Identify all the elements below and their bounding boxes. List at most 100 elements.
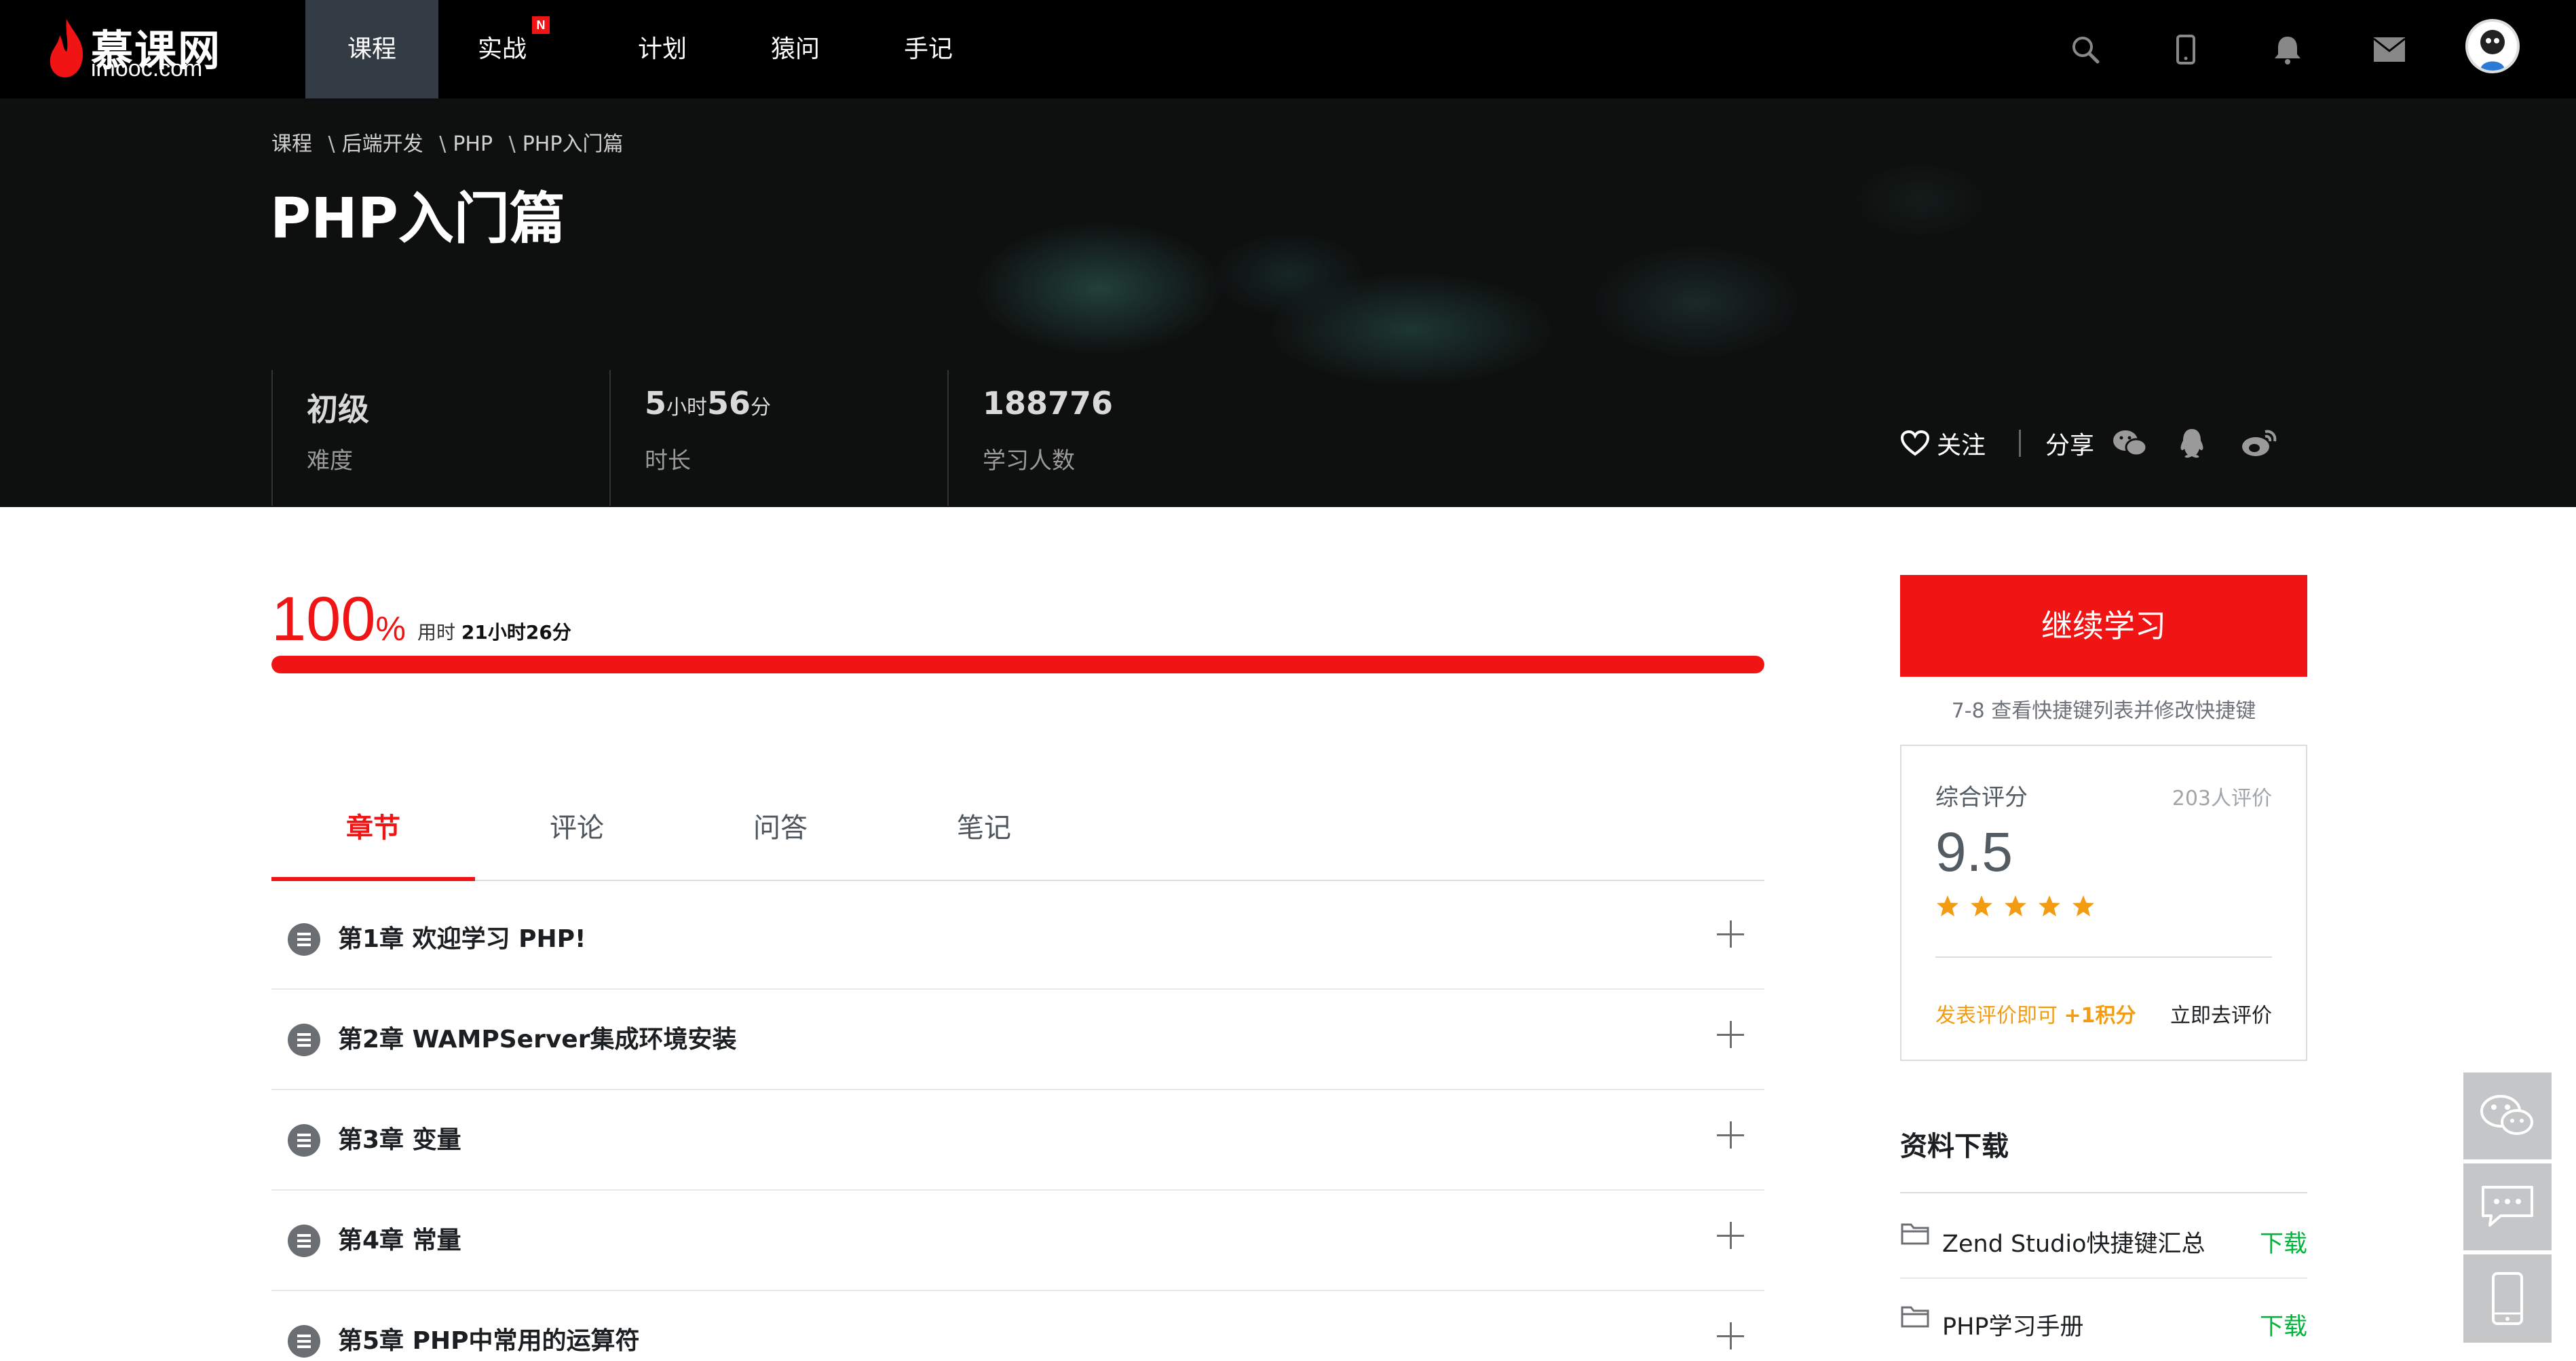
tab-chapters[interactable]: 章节: [271, 787, 475, 881]
shortcut-hint[interactable]: 7-8 查看快捷键列表并修改快捷键: [1900, 694, 2307, 724]
learners-value: 188776: [983, 385, 1114, 422]
divider: [1935, 956, 2272, 958]
divider: [1900, 1192, 2307, 1193]
expand-plus-icon[interactable]: [1717, 1121, 1744, 1149]
feedback-icon: [2482, 1186, 2533, 1227]
download-link[interactable]: 下载: [2260, 1307, 2307, 1342]
stat-learners: 188776 学习人数: [947, 370, 1287, 506]
expand-plus-icon[interactable]: [1717, 1322, 1744, 1349]
chapter-row[interactable]: 第5章 PHP中常用的运算符: [271, 1291, 1764, 1361]
chapter-row[interactable]: 第4章 常量: [271, 1191, 1764, 1291]
rating-score: 9.5: [1935, 821, 2013, 883]
earn-points-text: 发表评价即可 +1积分: [1935, 1004, 2136, 1028]
float-wechat-button[interactable]: [2463, 1073, 2552, 1159]
new-badge: N: [532, 16, 550, 34]
bell-icon[interactable]: [2265, 27, 2310, 72]
tab-comments[interactable]: 评论: [475, 787, 679, 881]
breadcrumb-item[interactable]: 课程: [271, 132, 312, 156]
chapter-list-icon: [288, 1325, 320, 1358]
download-link[interactable]: 下载: [2260, 1225, 2307, 1259]
downloads-heading: 资料下载: [1900, 1131, 2009, 1162]
mobile-icon[interactable]: [2163, 27, 2208, 72]
progress-bar-fill: [271, 656, 1764, 673]
qq-icon[interactable]: [2177, 423, 2207, 464]
weibo-icon[interactable]: [2241, 423, 2277, 464]
star-icon: [1937, 895, 1958, 916]
course-title: PHP入门篇: [270, 187, 565, 251]
chapter-title: 第2章 WAMPServer集成环境安装: [338, 1026, 737, 1054]
breadcrumb-separator: \: [328, 132, 335, 156]
logo-text-en: imooc.com: [91, 56, 203, 81]
avatar[interactable]: [2465, 19, 2520, 73]
expand-plus-icon[interactable]: [1717, 1021, 1744, 1048]
duration-value: 5小时56分: [645, 385, 772, 422]
chapter-row[interactable]: 第1章 欢迎学习 PHP!: [271, 889, 1764, 990]
chapter-row[interactable]: 第2章 WAMPServer集成环境安装: [271, 990, 1764, 1090]
share-label: 分享: [2045, 432, 2095, 460]
expand-plus-icon[interactable]: [1717, 920, 1744, 948]
rating-stars: [1935, 894, 2096, 918]
folder-icon: [1901, 1306, 1929, 1328]
nav-item-practice[interactable]: 实战: [448, 0, 556, 98]
breadcrumb-separator: \: [439, 132, 447, 156]
difficulty-value: 初级: [307, 391, 369, 428]
download-name: Zend Studio快捷键汇总: [1942, 1231, 2205, 1258]
stat-difficulty: 初级 难度: [271, 370, 609, 506]
chapter-title: 第3章 变量: [338, 1126, 461, 1154]
imooc-logo[interactable]: 慕课网 imooc.com: [46, 14, 250, 81]
stat-duration: 5小时56分 时长: [609, 370, 947, 506]
course-tabs: 章节 评论 问答 笔记: [271, 787, 1764, 881]
wechat-icon[interactable]: [2112, 423, 2148, 464]
tab-qa[interactable]: 问答: [679, 787, 882, 881]
tab-notes[interactable]: 笔记: [882, 787, 1086, 881]
star-icon: [2039, 895, 2060, 916]
time-used: 用时 21小时26分: [417, 621, 571, 644]
star-icon: [2005, 895, 2026, 916]
chapter-title: 第1章 欢迎学习 PHP!: [338, 925, 586, 953]
progress-percent: 100%: [271, 584, 406, 654]
chapter-list-icon: [288, 1225, 320, 1257]
mobile-app-icon: [2492, 1272, 2523, 1325]
float-feedback-button[interactable]: [2463, 1163, 2552, 1250]
breadcrumb-item-current: PHP入门篇: [522, 132, 624, 156]
chapter-row[interactable]: 第3章 变量: [271, 1090, 1764, 1191]
difficulty-label: 难度: [307, 447, 353, 474]
follow-button[interactable]: 关注: [1900, 423, 1986, 464]
progress-bar: [271, 656, 1764, 673]
learners-label: 学习人数: [983, 447, 1075, 474]
wechat-icon: [2480, 1095, 2533, 1135]
continue-learning-button[interactable]: 继续学习: [1900, 575, 2307, 677]
float-mobile-app-button[interactable]: [2463, 1254, 2552, 1343]
star-icon: [2072, 895, 2094, 916]
breadcrumb: 课程 \ 后端开发 \ PHP \ PHP入门篇: [271, 127, 632, 157]
chapter-title: 第4章 常量: [338, 1227, 461, 1254]
flame-logo-icon: [50, 19, 83, 77]
rating-count: 203人评价: [2172, 787, 2272, 810]
nav-item-plan[interactable]: 计划: [608, 0, 717, 98]
chapter-title: 第5章 PHP中常用的运算符: [338, 1327, 640, 1355]
rating-heading: 综合评分: [1935, 784, 2028, 811]
mail-icon[interactable]: [2367, 27, 2412, 72]
top-navigation-bar: 慕课网 imooc.com 课程 实战 N 计划 猿问 手记: [0, 0, 2576, 98]
breadcrumb-item[interactable]: PHP: [453, 132, 493, 156]
breadcrumb-separator: \: [508, 132, 516, 156]
chapter-list-icon: [288, 1124, 320, 1157]
expand-plus-icon[interactable]: [1717, 1222, 1744, 1249]
duration-label: 时长: [645, 447, 691, 474]
course-hero-banner: 课程 \ 后端开发 \ PHP \ PHP入门篇 PHP入门篇 初级 难度 5小时56…: [0, 98, 2576, 507]
breadcrumb-item[interactable]: 后端开发: [342, 132, 423, 156]
download-item: Zend Studio快捷键汇总 下载: [1900, 1196, 2307, 1278]
heart-icon: [1900, 430, 1930, 456]
rating-card: 综合评分 203人评价 9.5 发表评价即可 +1积分 立即去评价: [1900, 745, 2307, 1061]
nav-item-courses[interactable]: 课程: [305, 0, 438, 98]
chapter-list-icon: [288, 923, 320, 956]
follow-label: 关注: [1937, 432, 1986, 460]
download-name: PHP学习手册: [1942, 1313, 2084, 1341]
search-icon[interactable]: [2063, 27, 2108, 72]
star-icon: [1971, 895, 1992, 916]
rate-now-link[interactable]: 立即去评价: [2170, 999, 2272, 1028]
chapter-list-icon: [288, 1024, 320, 1056]
nav-item-ask[interactable]: 猿问: [741, 0, 850, 98]
folder-icon: [1901, 1223, 1929, 1245]
nav-item-notes[interactable]: 手记: [874, 0, 983, 98]
